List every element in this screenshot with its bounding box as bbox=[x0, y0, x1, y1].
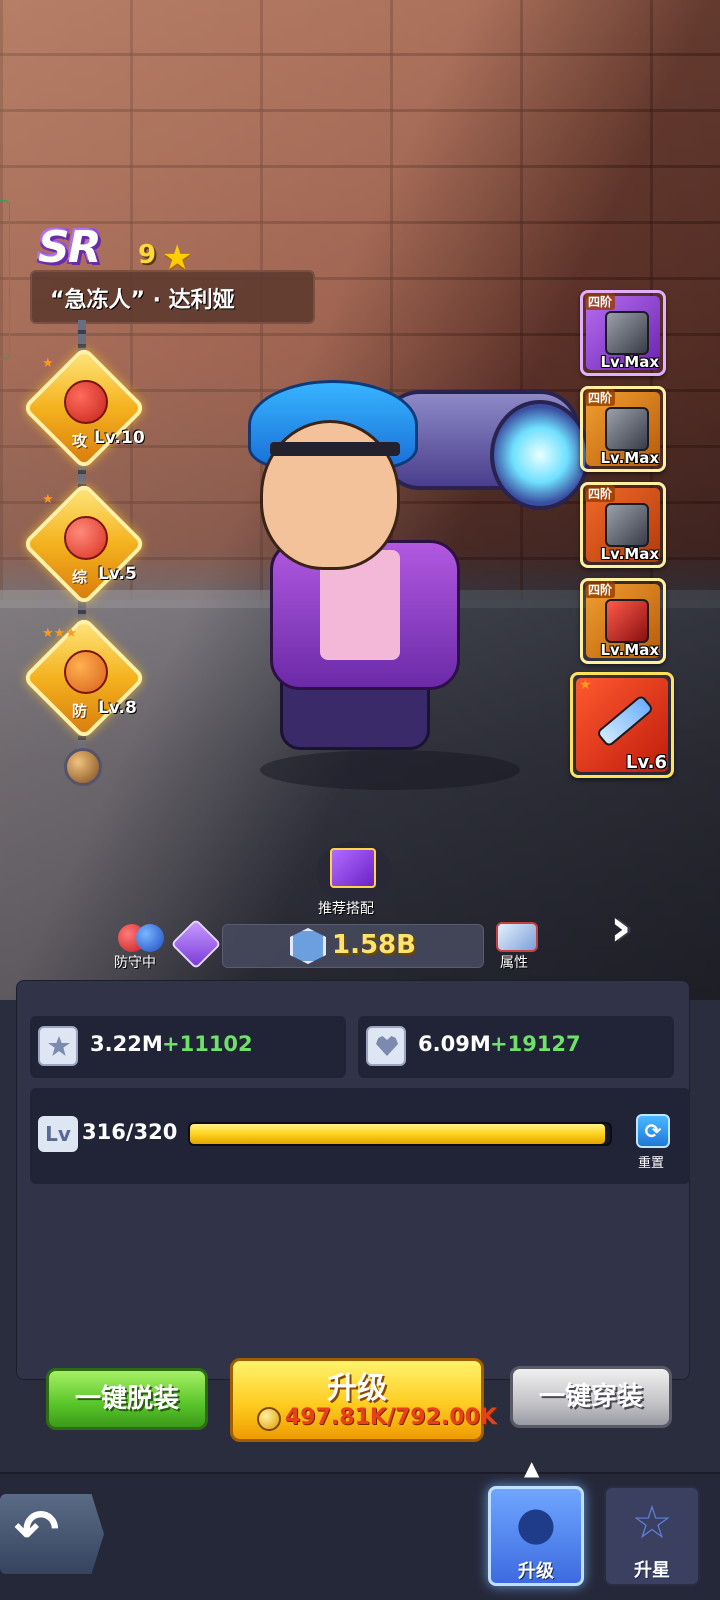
attack-icon bbox=[38, 1026, 78, 1066]
saw-blade-icon bbox=[605, 311, 649, 355]
attack-increase: +11102 bbox=[162, 1032, 253, 1056]
skill-slot-orb[interactable] bbox=[64, 748, 102, 786]
equipment-grade: 四阶 bbox=[585, 485, 616, 502]
rarity-badge: SR bbox=[38, 222, 102, 273]
power-value: 1.58B bbox=[332, 930, 416, 960]
book-icon bbox=[330, 848, 376, 888]
skill-level: Lv.5 bbox=[98, 564, 137, 584]
defense-status-label: 防守中 bbox=[114, 955, 156, 971]
cannon-muzzle bbox=[490, 400, 590, 510]
caret-up-icon: ▲ bbox=[524, 1456, 540, 1480]
defense-status-button[interactable] bbox=[118, 922, 170, 956]
equipment-grade: 四阶 bbox=[585, 581, 616, 598]
unequip-all-button[interactable]: 一键脱装 bbox=[46, 1368, 208, 1430]
reset-label: 重置 bbox=[638, 1156, 665, 1171]
equipment-grade: 四阶 bbox=[585, 389, 616, 406]
gauntlet-icon bbox=[605, 503, 649, 547]
level-progress-fill bbox=[190, 1124, 605, 1144]
hero-silhouette-icon: ● bbox=[515, 1496, 557, 1550]
tab-star[interactable]: ☆ 升星 bbox=[604, 1486, 700, 1586]
skill-type: 攻 bbox=[72, 432, 88, 450]
skill-general[interactable]: ★ 综 Lv.5 bbox=[21, 481, 147, 607]
equipment-level: Lv.Max bbox=[600, 641, 659, 659]
tomato-skill-icon bbox=[64, 380, 108, 424]
heart-icon bbox=[366, 1026, 406, 1066]
diver-tomato-skill-icon bbox=[64, 516, 108, 560]
tab-star-label: 升星 bbox=[634, 1560, 670, 1581]
shield-tomato-skill-icon bbox=[64, 650, 108, 694]
hero-character bbox=[220, 380, 600, 800]
helmet-icon bbox=[605, 599, 649, 643]
equip-all-button[interactable]: 一键穿装 bbox=[510, 1366, 672, 1428]
skill-level: Lv.10 bbox=[94, 428, 145, 448]
undo-arrow-icon: ↶ bbox=[14, 1498, 60, 1561]
hero-headband bbox=[270, 442, 400, 456]
star-outline-icon: ☆ bbox=[631, 1495, 673, 1549]
equipment-grade: 四阶 bbox=[585, 293, 616, 310]
skill-type: 防 bbox=[72, 702, 88, 720]
equipment-level: Lv.Max bbox=[600, 353, 659, 371]
skill-attack[interactable]: ★ 攻 Lv.10 bbox=[21, 345, 147, 471]
equipment-level: Lv.6 bbox=[625, 752, 667, 773]
skill-star-icon: ★ bbox=[42, 356, 54, 371]
equipment-slot-knife[interactable]: ★ Lv.6 bbox=[570, 672, 674, 778]
tab-upgrade-label: 升级 bbox=[518, 1561, 554, 1582]
skill-defense[interactable]: ★★★ 防 Lv.8 bbox=[21, 615, 147, 741]
skill-level: Lv.8 bbox=[98, 698, 137, 718]
tab-upgrade[interactable]: ● 升级 bbox=[488, 1486, 584, 1586]
recommend-label: 推荐搭配 bbox=[318, 901, 374, 917]
coin-icon bbox=[257, 1407, 281, 1431]
equipment-level: Lv.Max bbox=[600, 449, 659, 467]
attribute-label: 属性 bbox=[500, 955, 528, 971]
skill-star-icon: ★★★ bbox=[42, 626, 77, 641]
equipment-slot-armor[interactable]: 四阶 Lv.Max bbox=[580, 386, 666, 472]
equipment-star-icon: ★ bbox=[579, 677, 592, 693]
hero-shadow bbox=[260, 750, 520, 790]
attack-value: 3.22M bbox=[90, 1032, 163, 1056]
upgrade-cost: 497.81K/792.00K bbox=[285, 1405, 497, 1430]
hero-name: “急冻人” · 达利娅 bbox=[50, 288, 235, 313]
refresh-icon[interactable]: ⟳ bbox=[636, 1114, 670, 1148]
health-value: 6.09M bbox=[418, 1032, 491, 1056]
equipment-slot-weapon[interactable]: 四阶 Lv.Max bbox=[580, 290, 666, 376]
armor-icon bbox=[605, 407, 649, 451]
upgrade-label: 升级 bbox=[327, 1371, 387, 1406]
equipment-slot-helmet[interactable]: 四阶 Lv.Max bbox=[580, 578, 666, 664]
star-icon: ★ bbox=[162, 238, 193, 278]
attribute-button[interactable] bbox=[496, 922, 538, 952]
level-progress-bar bbox=[188, 1122, 612, 1146]
skill-star-icon: ★ bbox=[42, 492, 54, 507]
health-increase: +19127 bbox=[490, 1032, 581, 1056]
level-value: 316/320 bbox=[82, 1120, 178, 1144]
side-drawer-handle[interactable] bbox=[0, 200, 10, 360]
equipment-level: Lv.Max bbox=[600, 545, 659, 563]
skill-type: 综 bbox=[72, 568, 88, 586]
star-count: 9 bbox=[138, 240, 157, 270]
chevron-right-icon[interactable]: › bbox=[610, 900, 666, 960]
level-icon: Lv bbox=[38, 1116, 78, 1152]
upgrade-button[interactable]: 升级 497.81K/792.00K bbox=[230, 1358, 497, 1442]
equipment-slot-gloves[interactable]: 四阶 Lv.Max bbox=[580, 482, 666, 568]
